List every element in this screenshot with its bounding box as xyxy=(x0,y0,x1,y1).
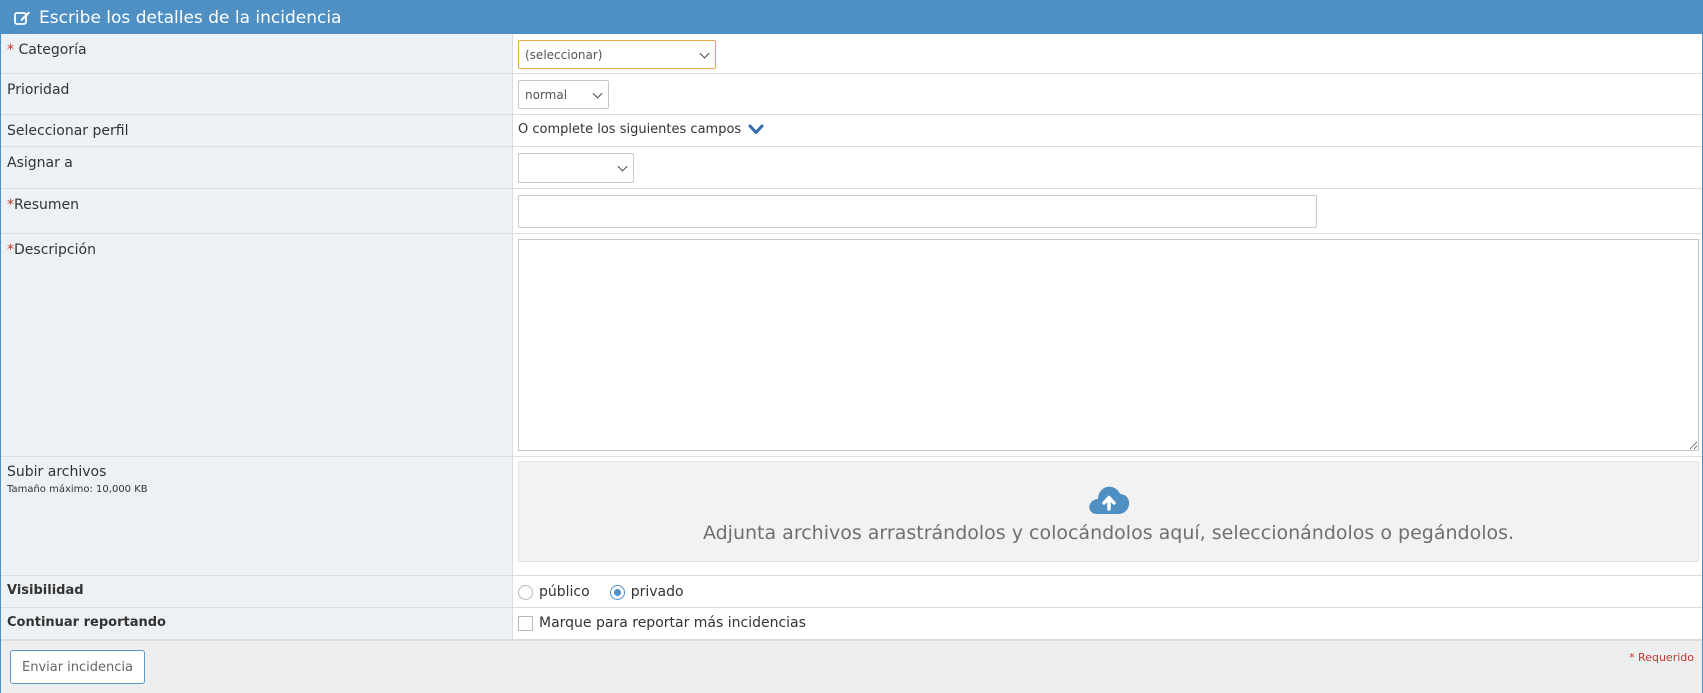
assign-label: Asignar a xyxy=(1,147,513,188)
category-select[interactable]: (seleccionar) xyxy=(518,40,716,69)
upload-max-size: Tamaño máximo: 10,000 KB xyxy=(7,484,148,495)
assign-select-wrap xyxy=(518,153,634,183)
continue-reporting-label: Continuar reportando xyxy=(1,608,513,639)
required-note: * Requerido xyxy=(1629,651,1694,664)
required-mark: * xyxy=(7,42,14,58)
cloud-upload-icon xyxy=(1087,482,1131,516)
panel-title: Escribe los detalles de la incidencia xyxy=(39,7,342,28)
priority-select-wrap: normal xyxy=(518,80,609,109)
continue-reporting-checkbox[interactable] xyxy=(518,615,533,631)
radio-private[interactable] xyxy=(609,584,625,600)
description-label: *Descripción xyxy=(1,234,513,456)
radio-public[interactable] xyxy=(518,584,533,600)
category-row: * Categoría (seleccionar) xyxy=(1,34,1702,74)
upload-row: Subir archivos Tamaño máximo: 10,000 KB … xyxy=(1,457,1702,576)
upload-label: Subir archivos Tamaño máximo: 10,000 KB xyxy=(1,457,513,575)
priority-select[interactable]: normal xyxy=(518,80,609,109)
radio-public-label[interactable]: público xyxy=(539,584,590,600)
chevron-down-icon[interactable] xyxy=(748,124,764,136)
continue-reporting-checkbox-label[interactable]: Marque para reportar más incidencias xyxy=(539,615,806,631)
report-issue-panel: Escribe los detalles de la incidencia * … xyxy=(0,0,1703,693)
assign-row: Asignar a xyxy=(1,147,1702,189)
required-mark: * xyxy=(7,197,14,213)
description-row: *Descripción xyxy=(1,234,1702,457)
panel-header: Escribe los detalles de la incidencia xyxy=(1,1,1702,34)
category-label: * Categoría xyxy=(1,34,513,73)
priority-row: Prioridad normal xyxy=(1,74,1702,115)
dropzone-text: Adjunta archivos arrastrándolos y colocá… xyxy=(702,521,1515,544)
profile-alt-text: O complete los siguientes campos xyxy=(518,122,742,137)
required-mark: * xyxy=(7,242,14,258)
profile-toggle[interactable]: O complete los siguientes campos xyxy=(518,122,764,137)
file-dropzone[interactable]: Adjunta archivos arrastrándolos y colocá… xyxy=(518,461,1699,562)
continue-reporting-toggle[interactable]: Marque para reportar más incidencias xyxy=(518,615,806,631)
visibility-radio-group: público privado xyxy=(518,584,704,600)
description-textarea[interactable] xyxy=(518,239,1699,451)
summary-row: *Resumen xyxy=(1,189,1702,234)
summary-label: *Resumen xyxy=(1,189,513,233)
edit-icon xyxy=(13,9,31,27)
profile-label: Seleccionar perfil xyxy=(1,115,513,146)
submit-issue-button[interactable]: Enviar incidencia xyxy=(10,650,145,684)
profile-row: Seleccionar perfil O complete los siguie… xyxy=(1,115,1702,147)
priority-label: Prioridad xyxy=(1,74,513,114)
continue-reporting-row: Continuar reportando Marque para reporta… xyxy=(1,608,1702,640)
assign-select[interactable] xyxy=(518,153,634,183)
summary-input[interactable] xyxy=(518,195,1317,228)
form-footer: Enviar incidencia * Requerido xyxy=(1,640,1702,693)
radio-private-label[interactable]: privado xyxy=(631,584,684,600)
category-select-wrap: (seleccionar) xyxy=(518,40,716,69)
visibility-label: Visibilidad xyxy=(1,576,513,607)
visibility-row: Visibilidad público privado xyxy=(1,576,1702,608)
